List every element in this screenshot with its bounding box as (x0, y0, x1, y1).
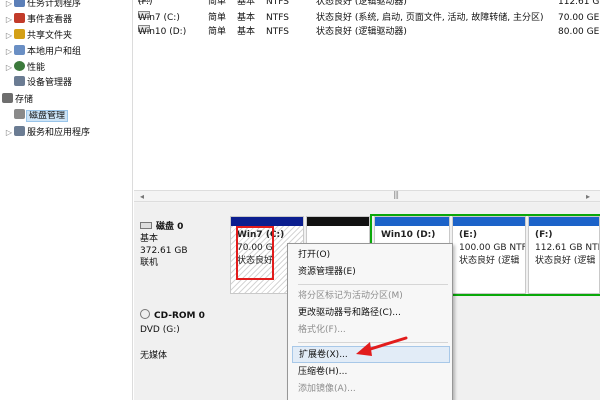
partition-bar (375, 217, 449, 226)
disk-management-icon (14, 109, 25, 119)
volume-layout-cell: 简单 (208, 0, 227, 7)
scroll-thumb[interactable] (339, 190, 459, 200)
services-icon (14, 126, 25, 136)
disk-size: 372.61 GB (140, 246, 188, 256)
volume-type-cell: 基本 (237, 27, 256, 37)
partition-bar (231, 217, 303, 226)
menu-item-format[interactable]: 格式化(F)... (298, 322, 448, 339)
partition-status: 状态良好 (逻辑 (459, 256, 520, 266)
cdrom-icon (140, 309, 150, 319)
menu-item-shrink-volume[interactable]: 压缩卷(H)... (298, 364, 448, 381)
tree-item-label: 服务和应用程序 (27, 128, 91, 138)
tree-item-label: 存储 (15, 95, 34, 105)
context-menu: 打开(O) 资源管理器(E) 将分区标记为活动分区(M) 更改驱动器号和路径(C… (287, 243, 453, 400)
tree-item-storage[interactable]: 存储 (2, 93, 33, 108)
storage-icon (2, 93, 13, 103)
volume-status-cell: 状态良好 (逻辑驱动器) (316, 27, 407, 37)
disk-0-label[interactable]: 磁盘 0 基本 372.61 GB 联机 (140, 221, 230, 269)
volume-layout-cell: 简单 (208, 13, 227, 23)
volume-capacity-cell: 112.61 G (558, 0, 600, 7)
cdrom-drive: DVD (G:) (140, 325, 180, 335)
volume-status-cell: 状态良好 (逻辑驱动器) (316, 0, 407, 7)
disk-type: 基本 (140, 234, 159, 244)
cdrom-0-label[interactable]: CD-ROM 0 DVD (G:) 无媒体 (140, 309, 230, 362)
tree-item-label: 任务计划程序 (27, 0, 82, 9)
menu-item-add-mirror[interactable]: 添加镜像(A)... (298, 381, 448, 398)
partition-name: (E:) (459, 230, 477, 240)
tree-item-label: 性能 (27, 63, 46, 73)
device-manager-icon (14, 76, 25, 86)
tree-item-label: 事件查看器 (27, 15, 73, 25)
volume-row[interactable]: Win7 (C:) 简单 基本 NTFS 状态良好 (系统, 启动, 页面文件,… (134, 11, 600, 25)
partition-e[interactable]: (E:) 100.00 GB NTF 状态良好 (逻辑 (452, 216, 526, 294)
partition-size: 112.61 GB NTF (535, 243, 600, 253)
expand-arrow-icon[interactable]: ▷ (4, 125, 14, 140)
volume-capacity-cell: 70.00 GE (558, 13, 600, 23)
volume-row[interactable]: (F:) 简单 基本 NTFS 状态良好 (逻辑驱动器) 112.61 G (134, 0, 600, 9)
tree-item-event-viewer[interactable]: ▷ 事件查看器 (4, 12, 72, 27)
volume-capacity-cell: 80.00 GE (558, 27, 600, 37)
tree-item-device-manager[interactable]: 设备管理器 (4, 76, 72, 91)
menu-item-open[interactable]: 打开(O) (298, 247, 448, 264)
cdrom-name: CD-ROM 0 (154, 311, 205, 321)
partition-f[interactable]: (F:) 112.61 GB NTF 状态良好 (逻辑 (528, 216, 600, 294)
expand-arrow-icon[interactable]: ▷ (4, 28, 14, 43)
menu-item-change-drive-letter[interactable]: 更改驱动器号和路径(C)... (298, 305, 448, 322)
volume-layout-cell: 简单 (208, 27, 227, 37)
partition-name: Win10 (D:) (381, 230, 436, 240)
shared-folder-icon (14, 29, 25, 39)
event-viewer-icon (14, 13, 25, 23)
partition-bar (529, 217, 599, 226)
tree-item-task-scheduler[interactable]: ▷ 任务计划程序 (4, 0, 81, 11)
menu-item-extend-volume[interactable]: 扩展卷(X)... (292, 346, 450, 363)
volume-fs-cell: NTFS (266, 0, 289, 7)
menu-separator (298, 342, 448, 343)
tree-item-label: 磁盘管理 (25, 110, 69, 122)
disk-name: 磁盘 0 (156, 222, 184, 232)
tree-item-label: 本地用户和组 (27, 47, 82, 57)
menu-separator (298, 284, 448, 285)
partition-status: 状态良好 (逻辑 (535, 256, 596, 266)
annotation-highlight-box (236, 226, 274, 280)
tree-item-performance[interactable]: ▷ 性能 (4, 60, 45, 75)
disk-status: 联机 (140, 258, 159, 268)
volume-fs-cell: NTFS (266, 27, 289, 37)
expand-arrow-icon[interactable]: ▷ (4, 60, 14, 75)
scroll-left-icon[interactable]: ◂ (140, 191, 144, 202)
users-icon (14, 45, 25, 55)
volume-type-cell: 基本 (237, 0, 256, 7)
navigation-tree: ▷ 任务计划程序 ▷ 事件查看器 ▷ 共享文件夹 ▷ 本地用户和组 ▷ 性能 设备管理器 … (0, 0, 133, 400)
tree-item-shared-folders[interactable]: ▷ 共享文件夹 (4, 28, 72, 43)
partition-size: 100.00 GB NTF (459, 243, 526, 253)
disk-icon (140, 222, 152, 229)
tree-item-label: 设备管理器 (27, 78, 73, 88)
horizontal-scrollbar[interactable]: ◂ ▸ (134, 190, 600, 202)
tree-item-services-apps[interactable]: ▷ 服务和应用程序 (4, 125, 90, 140)
volume-fs-cell: NTFS (266, 13, 289, 23)
tree-item-local-users[interactable]: ▷ 本地用户和组 (4, 44, 81, 59)
menu-item-mark-active[interactable]: 将分区标记为活动分区(M) (298, 288, 448, 305)
menu-item-explorer[interactable]: 资源管理器(E) (298, 264, 448, 281)
partition-name: (F:) (535, 230, 553, 240)
expand-arrow-icon[interactable]: ▷ (4, 0, 14, 11)
volume-row[interactable]: Win10 (D:) 简单 基本 NTFS 状态良好 (逻辑驱动器) 80.00… (134, 25, 600, 39)
task-scheduler-icon (14, 0, 25, 7)
performance-icon (14, 61, 25, 71)
volume-type-cell: 基本 (237, 13, 256, 23)
scroll-right-icon[interactable]: ▸ (586, 191, 590, 202)
volume-list: (F:) 简单 基本 NTFS 状态良好 (逻辑驱动器) 112.61 G Wi… (134, 0, 600, 190)
partition-bar (307, 217, 369, 226)
volume-status-cell: 状态良好 (系统, 启动, 页面文件, 活动, 故障转储, 主分区) (316, 13, 544, 23)
tree-item-disk-management[interactable]: 磁盘管理 (14, 109, 69, 124)
expand-arrow-icon[interactable]: ▷ (4, 12, 14, 27)
partition-bar (453, 217, 525, 226)
cdrom-media-status: 无媒体 (140, 351, 168, 361)
tree-item-label: 共享文件夹 (27, 31, 73, 41)
expand-arrow-icon[interactable]: ▷ (4, 44, 14, 59)
